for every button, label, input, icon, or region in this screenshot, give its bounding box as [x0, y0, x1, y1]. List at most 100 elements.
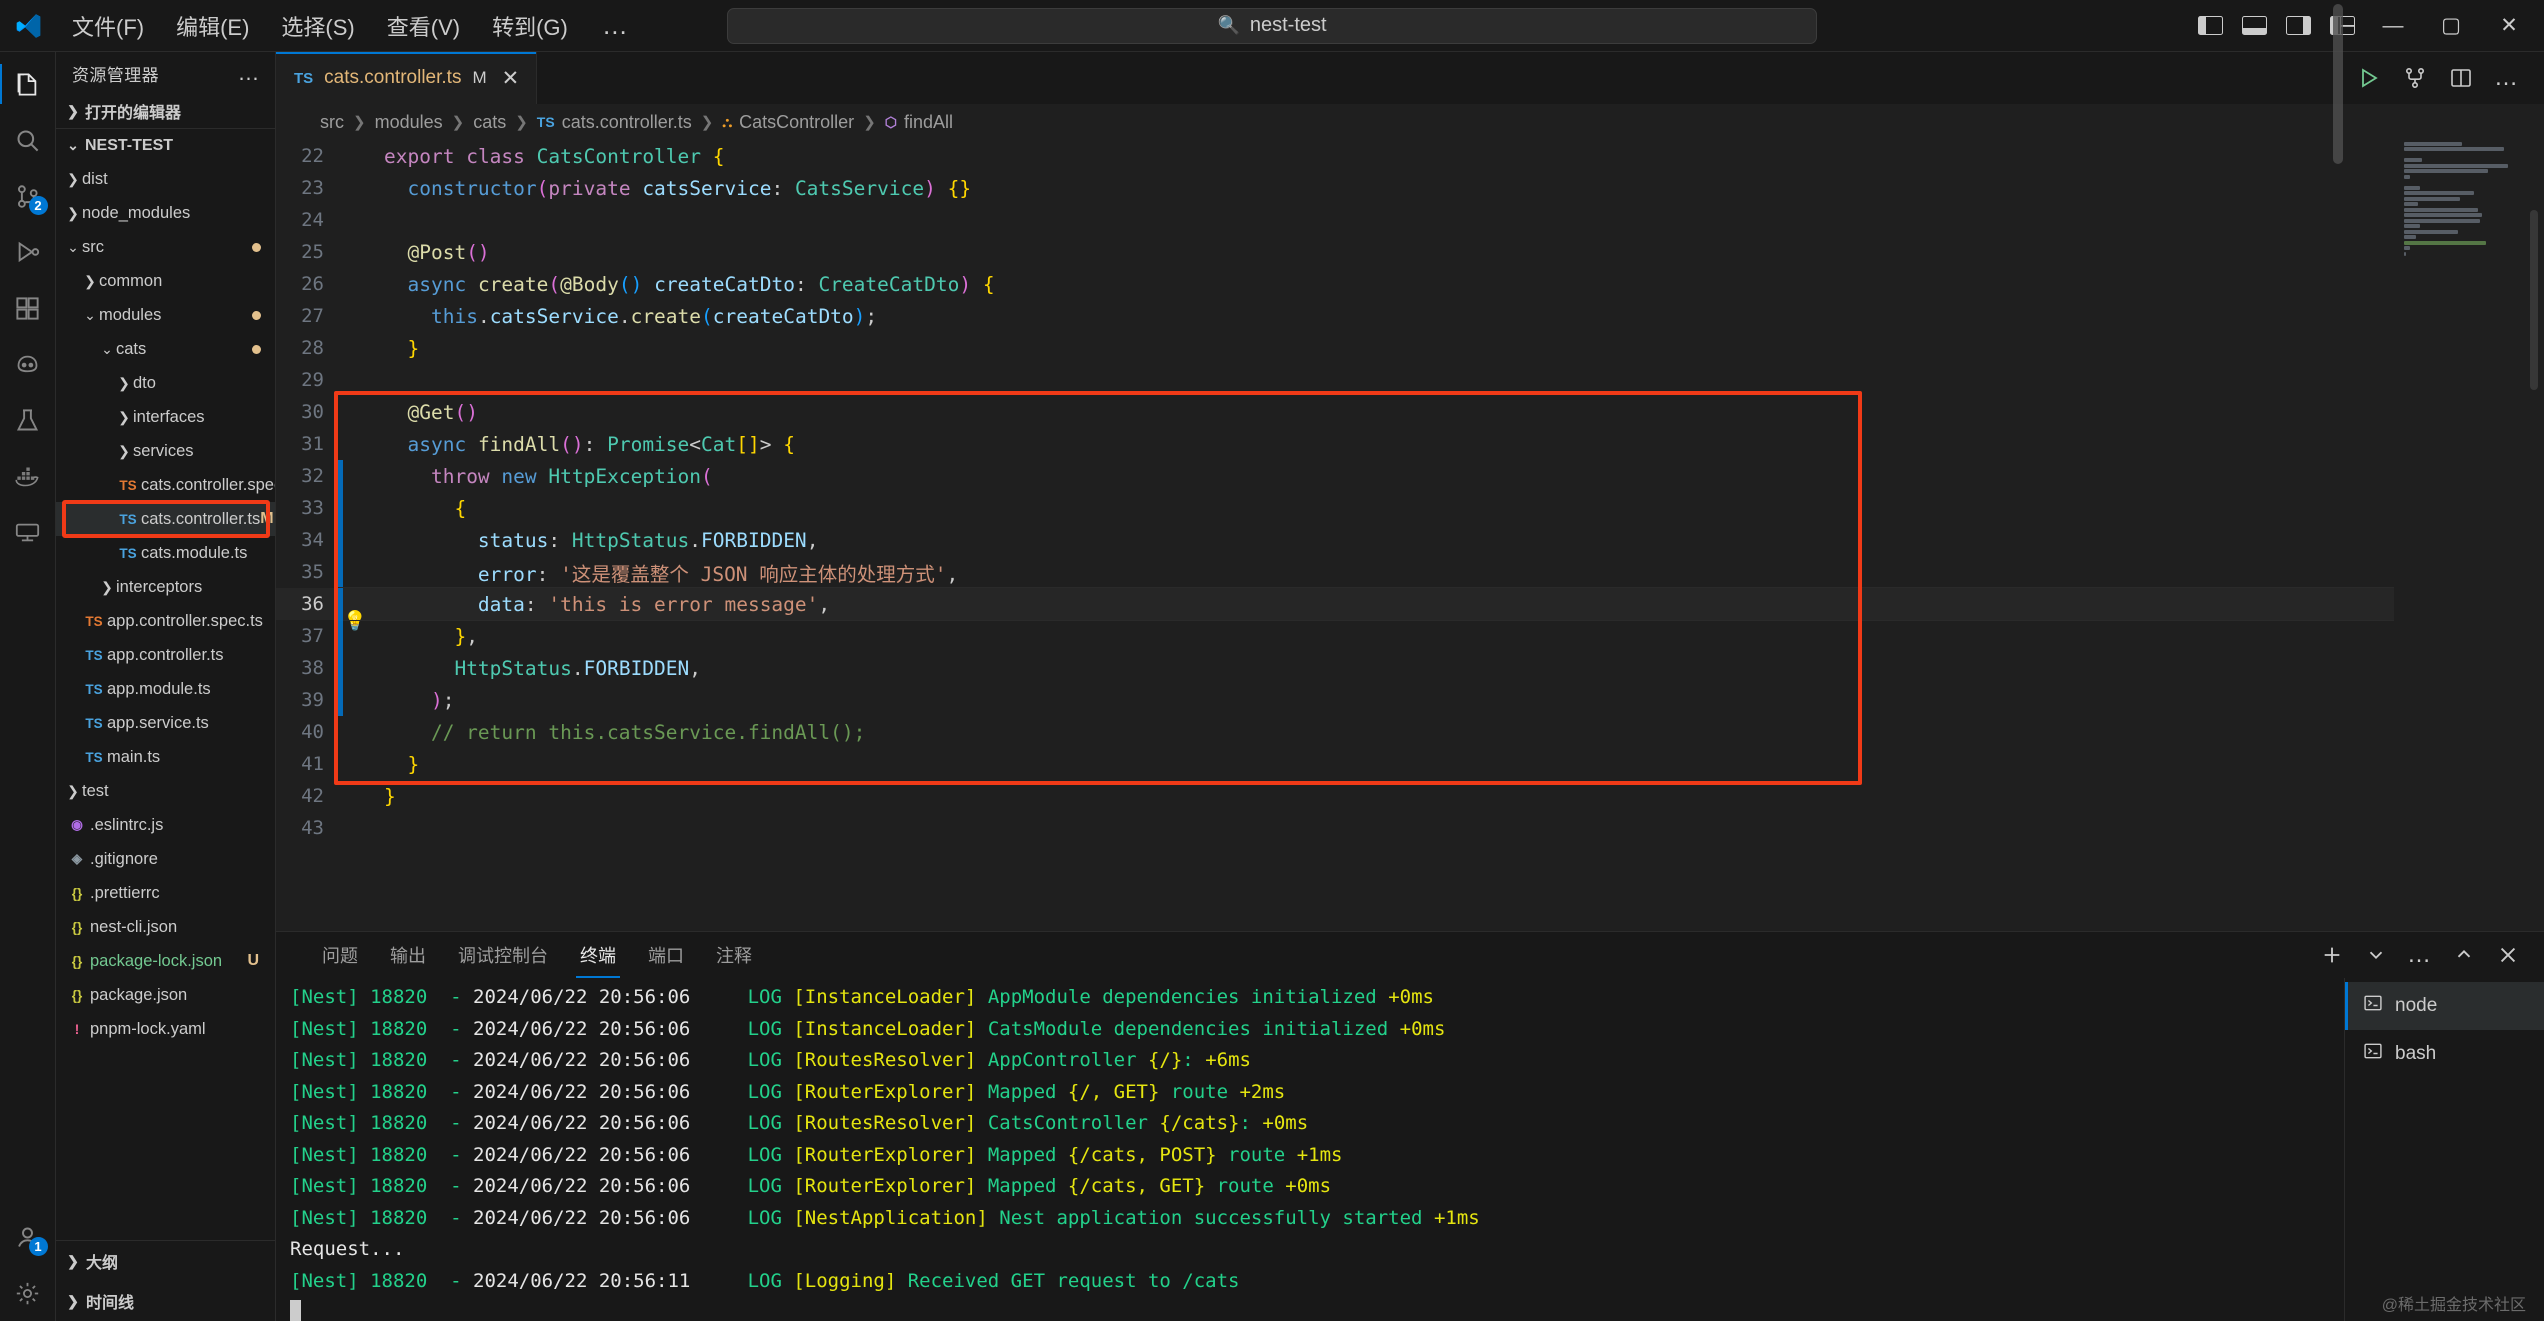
menu-overflow-icon[interactable]: … [584, 10, 648, 41]
new-terminal-icon[interactable] [2310, 932, 2354, 978]
menu-selection[interactable]: 选择(S) [265, 5, 370, 47]
code-editor[interactable]: 22 export class CatsController {23 constr… [276, 140, 2544, 931]
breadcrumb-item[interactable]: cats.controller.ts [562, 112, 692, 133]
tree-folder-modules[interactable]: ⌄ modules [56, 298, 275, 332]
code-text: } [384, 784, 396, 808]
tree-folder-interfaces[interactable]: ❯ interfaces [56, 400, 275, 434]
section-project-root[interactable]: ⌄ NEST-TEST [56, 128, 275, 162]
activity-remote-explorer-icon[interactable] [0, 504, 56, 560]
breadcrumb-item[interactable]: cats [473, 112, 506, 133]
quick-fix-lightbulb-icon[interactable]: 💡 [343, 609, 367, 632]
menu-edit[interactable]: 编辑(E) [160, 5, 265, 47]
section-outline[interactable]: ❯ 大纲 [56, 1241, 275, 1281]
toggle-panel-icon[interactable] [2232, 0, 2276, 52]
terminal-scrollbar[interactable] [2333, 4, 2343, 164]
tree-file-app.module.ts[interactable]: TS app.module.ts [56, 672, 275, 706]
menu-view[interactable]: 查看(V) [371, 5, 476, 47]
file-type-icon: TS [119, 477, 137, 493]
panel-tab-4[interactable]: 端口 [632, 932, 700, 978]
activity-accounts-icon[interactable]: 1 [0, 1209, 56, 1265]
method-symbol-icon: ⬡ [884, 113, 897, 130]
breadcrumb-item[interactable]: CatsController [739, 112, 854, 133]
panel-tab-bar: 问题 输出 调试控制台 终端 端口 注释 … [276, 932, 2544, 978]
breadcrumb-item[interactable]: modules [375, 112, 443, 133]
line-number: 34 [301, 529, 324, 551]
close-button[interactable]: ✕ [2480, 0, 2538, 52]
tree-folder-dto[interactable]: ❯ dto [56, 366, 275, 400]
tree-folder-test[interactable]: ❯ test [56, 774, 275, 808]
maximize-panel-icon[interactable] [2442, 932, 2486, 978]
split-editor-down-icon[interactable] [2392, 52, 2438, 104]
tree-file-cats.controller.ts[interactable]: TS cats.controller.ts M [56, 502, 275, 536]
minimap-line [2404, 235, 2416, 239]
activity-testing-icon[interactable] [0, 392, 56, 448]
tree-folder-interceptors[interactable]: ❯ interceptors [56, 570, 275, 604]
panel-tab-5[interactable]: 注释 [700, 932, 768, 978]
tree-file-cats.controller.spec.ts[interactable]: TScats.controller.spec.ts [56, 468, 275, 502]
panel-tab-0[interactable]: 问题 [306, 932, 374, 978]
tree-folder-cats[interactable]: ⌄ cats [56, 332, 275, 366]
tree-file-package.json[interactable]: {} package.json [56, 978, 275, 1012]
tree-folder-common[interactable]: ❯ common [56, 264, 275, 298]
tree-file-cats.module.ts[interactable]: TS cats.module.ts [56, 536, 275, 570]
split-editor-right-icon[interactable] [2438, 52, 2484, 104]
terminal-instance-node[interactable]: node [2345, 982, 2544, 1030]
tree-file-package-lock.json[interactable]: {} package-lock.json U [56, 944, 275, 978]
tree-folder-node_modules[interactable]: ❯ node_modules [56, 196, 275, 230]
panel-more-actions-icon[interactable]: … [2398, 932, 2442, 978]
breadcrumb-item[interactable]: src [320, 112, 344, 133]
file-type-icon: TS [119, 545, 137, 561]
panel-tab-1[interactable]: 输出 [374, 932, 442, 978]
run-button-icon[interactable] [2346, 52, 2392, 104]
tab-cats-controller[interactable]: TS cats.controller.ts M ✕ [276, 52, 538, 104]
section-open-editors[interactable]: ❯ 打开的编辑器 [56, 94, 275, 128]
code-line: 27 this.catsService.create(createCatDto)… [276, 300, 2544, 332]
activity-search-icon[interactable] [0, 112, 56, 168]
terminal-line: [Nest] 18820 - 2024/06/22 20:56:06 LOG [… [290, 1112, 1309, 1134]
activity-copilot-icon[interactable] [0, 336, 56, 392]
menu-file[interactable]: 文件(F) [56, 5, 160, 47]
editor-more-actions-icon[interactable]: … [2484, 52, 2530, 104]
minimap-slider[interactable] [2530, 210, 2538, 390]
tree-item-label: cats [116, 339, 147, 358]
tree-folder-dist[interactable]: ❯ dist [56, 162, 275, 196]
tree-folder-services[interactable]: ❯ services [56, 434, 275, 468]
tab-close-icon[interactable]: ✕ [498, 66, 524, 91]
tree-file-.eslintrc.js[interactable]: ◉ .eslintrc.js [56, 808, 275, 842]
command-center[interactable]: 🔍 nest-test [727, 7, 1817, 44]
tree-file-.gitignore[interactable]: ◈ .gitignore [56, 842, 275, 876]
toggle-primary-sidebar-icon[interactable] [2188, 0, 2232, 52]
breadcrumb-item[interactable]: findAll [904, 112, 953, 133]
terminal-dropdown-icon[interactable] [2354, 932, 2398, 978]
activity-run-debug-icon[interactable] [0, 224, 56, 280]
activity-extensions-icon[interactable] [0, 280, 56, 336]
tree-file-.prettierrc[interactable]: {} .prettierrc [56, 876, 275, 910]
file-type-icon: TS [85, 715, 103, 731]
minimap[interactable] [2394, 140, 2544, 931]
sidebar-more-actions-icon[interactable]: … [230, 60, 270, 86]
maximize-button[interactable]: ▢ [2422, 0, 2480, 52]
panel-tab-2[interactable]: 调试控制台 [442, 932, 564, 978]
tree-file-main.ts[interactable]: TS main.ts [56, 740, 275, 774]
panel-tab-3[interactable]: 终端 [564, 932, 632, 978]
tree-file-app.controller.spec.ts[interactable]: TS app.controller.spec.ts [56, 604, 275, 638]
modified-line-indicator [338, 556, 343, 588]
toggle-secondary-sidebar-icon[interactable] [2276, 0, 2320, 52]
close-panel-icon[interactable] [2486, 932, 2530, 978]
tree-folder-src[interactable]: ⌄ src [56, 230, 275, 264]
activity-explorer-icon[interactable] [0, 56, 56, 112]
tree-file-nest-cli.json[interactable]: {} nest-cli.json [56, 910, 275, 944]
menu-go[interactable]: 转到(G) [476, 5, 584, 47]
explorer-sidebar: 资源管理器 … ❯ 打开的编辑器 ⌄ NEST-TEST ❯ dist ❯ node_… [56, 52, 276, 1321]
terminal-output[interactable]: [Nest] 18820 - 2024/06/22 20:56:06 LOG [… [276, 978, 2344, 1321]
minimize-button[interactable]: — [2364, 0, 2422, 52]
activity-source-control-icon[interactable]: 2 [0, 168, 56, 224]
line-number: 30 [301, 401, 324, 423]
activity-docker-icon[interactable] [0, 448, 56, 504]
terminal-instance-bash[interactable]: bash [2345, 1030, 2544, 1078]
activity-settings-gear-icon[interactable] [0, 1265, 56, 1321]
tree-file-pnpm-lock.yaml[interactable]: ! pnpm-lock.yaml [56, 1012, 275, 1046]
tree-file-app.controller.ts[interactable]: TS app.controller.ts [56, 638, 275, 672]
tree-file-app.service.ts[interactable]: TS app.service.ts [56, 706, 275, 740]
section-timeline[interactable]: ❯ 时间线 [56, 1281, 275, 1321]
